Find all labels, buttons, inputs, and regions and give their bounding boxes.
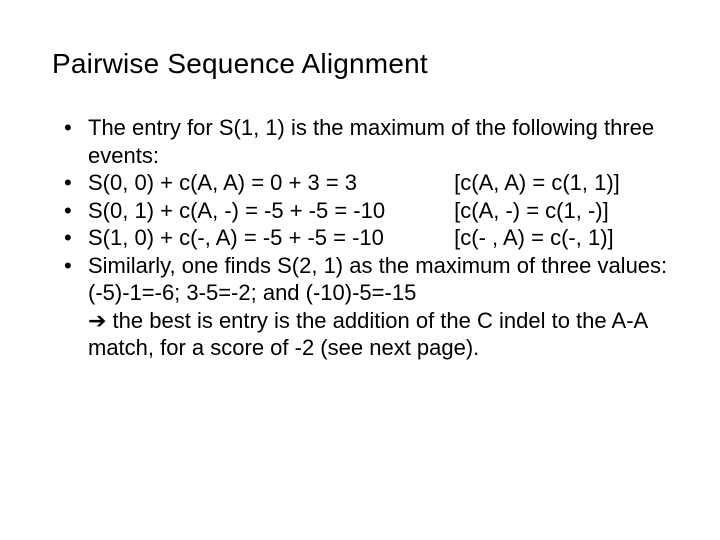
bullet-similarly: Similarly, one finds S(2, 1) as the maxi… xyxy=(62,252,668,362)
bullet-intro: The entry for S(1, 1) is the maximum of … xyxy=(62,114,668,169)
eq1-lhs: S(0, 0) + c(A, A) = 0 + 3 = 3 xyxy=(88,169,448,197)
similarly-part-a: Similarly, one finds S(2, 1) as the maxi… xyxy=(88,253,667,306)
bullet-eq2: S(0, 1) + c(A, -) = -5 + -5 = -10 [c(A, … xyxy=(62,197,668,225)
bullet-intro-text: The entry for S(1, 1) is the maximum of … xyxy=(88,115,654,168)
eq1-rhs: [c(A, A) = c(1, 1)] xyxy=(454,169,620,197)
arrow-icon: ➔ xyxy=(88,308,106,333)
slide: Pairwise Sequence Alignment The entry fo… xyxy=(0,0,720,540)
bullet-list: The entry for S(1, 1) is the maximum of … xyxy=(52,114,668,362)
similarly-part-b: the best is entry is the addition of the… xyxy=(88,308,647,361)
bullet-eq3: S(1, 0) + c(-, A) = -5 + -5 = -10 [c(- ,… xyxy=(62,224,668,252)
eq3-rhs: [c(- , A) = c(-, 1)] xyxy=(454,224,614,252)
slide-title: Pairwise Sequence Alignment xyxy=(52,48,668,80)
eq2-rhs: [c(A, -) = c(1, -)] xyxy=(454,197,609,225)
bullet-eq1: S(0, 0) + c(A, A) = 0 + 3 = 3 [c(A, A) =… xyxy=(62,169,668,197)
eq2-lhs: S(0, 1) + c(A, -) = -5 + -5 = -10 xyxy=(88,197,448,225)
eq3-lhs: S(1, 0) + c(-, A) = -5 + -5 = -10 xyxy=(88,224,448,252)
